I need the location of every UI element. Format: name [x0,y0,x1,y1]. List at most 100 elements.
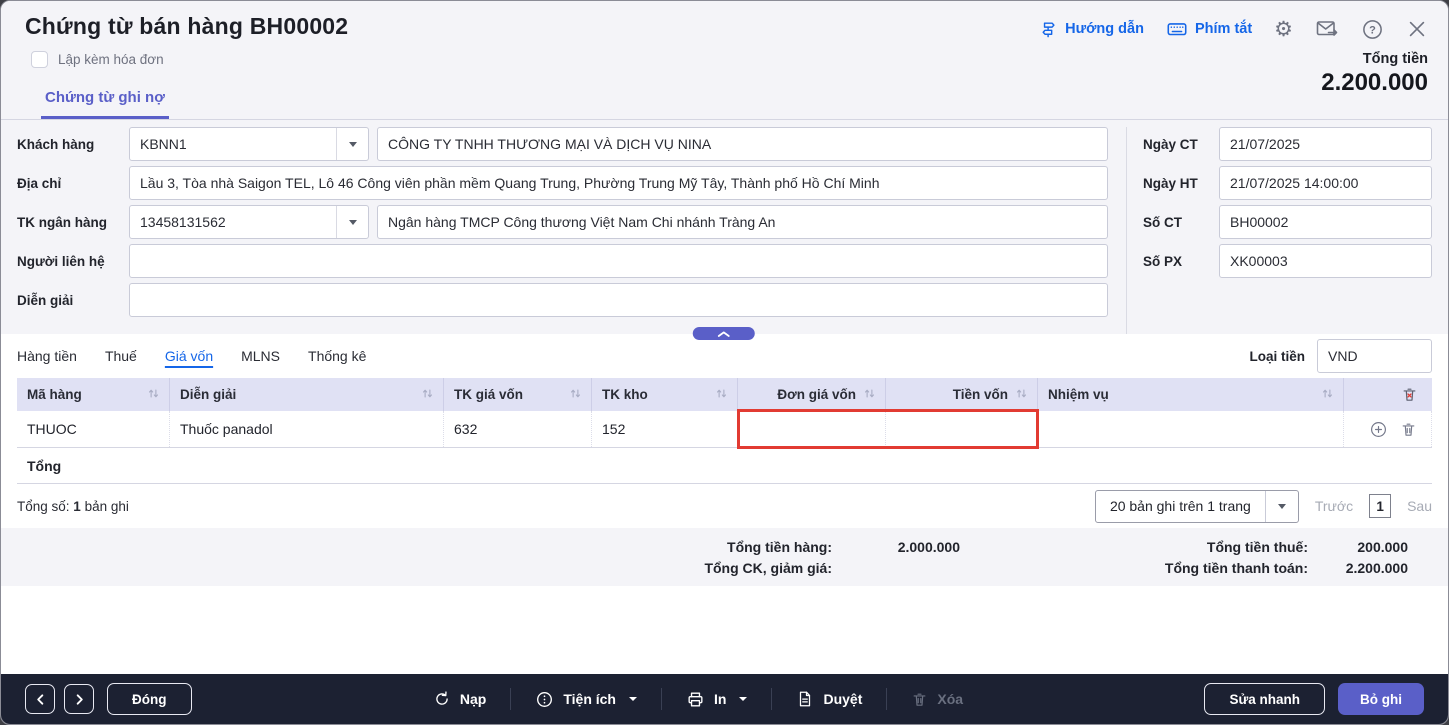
cell-nhiem-vu[interactable] [1038,411,1344,447]
cell-dien-giai[interactable]: Thuốc panadol [170,411,444,447]
refresh-icon [436,691,448,705]
bank-name-field[interactable]: Ngân hàng TMCP Công thương Việt Nam Chi … [377,205,1108,239]
table-total-row: Tổng [17,448,1432,484]
shortcut-link[interactable]: Phím tắt [1166,18,1252,40]
close-button[interactable]: Đóng [107,683,192,715]
table-row[interactable]: THUOC Thuốc panadol 632 152 [17,409,1432,449]
chevron-down-icon [739,697,748,701]
address-label: Địa chỉ [17,175,62,191]
row-actions [1344,411,1432,447]
chevron-right-icon [76,693,83,705]
quick-edit-button[interactable]: Sửa nhanh [1204,683,1325,715]
keyboard-icon [1166,18,1188,40]
doc-no-label: Số CT [1143,214,1182,230]
invoice-checkbox-label: Lập kèm hóa đơn [58,52,164,67]
sort-icon[interactable] [1322,387,1333,402]
close-icon[interactable] [1406,18,1428,40]
sort-icon[interactable] [422,387,433,402]
guide-link[interactable]: Hướng dẫn [1039,20,1144,39]
sort-icon[interactable] [864,387,875,402]
utilities-icon [537,691,553,707]
current-page-box[interactable]: 1 [1369,494,1392,518]
next-page-button[interactable]: Sau [1407,498,1432,514]
invoice-checkbox-row: Lập kèm hóa đơn [31,51,164,68]
currency-field[interactable]: VND [1317,339,1432,373]
divider [510,688,512,710]
chevron-up-icon [717,331,730,337]
sort-icon[interactable] [148,387,159,402]
document-icon [800,691,811,707]
col-tk-gia-von[interactable]: TK giá vốn [444,378,592,411]
tab-hang-tien[interactable]: Hàng tiền [17,346,77,366]
col-ma-hang[interactable]: Mã hàng [17,378,170,411]
guide-link-label: Hướng dẫn [1065,21,1144,37]
divider [661,688,662,710]
cell-tk-gia-von[interactable]: 632 [444,411,592,447]
doc-date-label: Ngày CT [1143,136,1198,152]
mail-send-icon[interactable] [1315,17,1339,41]
cell-ma-hang[interactable]: THUOC [17,411,170,447]
invoice-checkbox[interactable] [31,51,48,68]
tab-thue[interactable]: Thuế [105,346,137,366]
doc-no-field[interactable]: BH00002 [1219,205,1432,239]
customer-name-field[interactable]: CÔNG TY TNHH THƯƠNG MẠI VÀ DỊCH VỤ NINA [377,127,1108,161]
contact-field[interactable] [129,244,1108,278]
cell-tk-kho[interactable]: 152 [592,411,738,447]
grand-total-value: 2.200.000 [1321,69,1428,96]
delete-row-icon[interactable] [1400,421,1417,438]
description-field[interactable] [129,283,1108,317]
posting-date-field[interactable]: 21/07/2025 14:00:00 [1219,166,1432,200]
customer-label: Khách hàng [17,136,95,152]
col-don-gia-von[interactable]: Đơn giá vốn [738,378,886,411]
printer-icon [688,691,703,707]
add-row-icon[interactable] [1369,420,1388,439]
voucher-form: Khách hàng KBNN1 CÔNG TY TNHH THƯƠNG MẠI… [1,120,1448,340]
delete-all-icon[interactable] [1401,386,1418,403]
col-actions [1344,378,1432,411]
tab-thong-ke[interactable]: Thống kê [308,346,366,366]
sort-icon[interactable] [716,387,727,402]
guide-icon [1039,20,1058,39]
sales-voucher-window: Chứng từ bán hàng BH00002 Hướng dẫn Phím… [0,0,1449,725]
posting-date-label: Ngày HT [1143,175,1198,191]
chevron-down-icon[interactable] [336,206,368,238]
cell-don-gia-von[interactable] [738,411,886,447]
header: Chứng từ bán hàng BH00002 Hướng dẫn Phím… [1,1,1448,120]
export-no-label: Số PX [1143,253,1183,269]
unpost-button[interactable]: Bỏ ghi [1337,683,1424,715]
bank-account-label: TK ngân hàng [17,214,107,230]
bank-account-combobox[interactable]: 13458131562 [129,205,369,239]
cell-tien-von[interactable] [886,411,1038,447]
gear-icon[interactable]: ⚙︎ [1274,19,1293,40]
col-nhiem-vu[interactable]: Nhiệm vụ [1038,378,1344,411]
sort-icon[interactable] [1016,387,1027,402]
col-tk-kho[interactable]: TK kho [592,378,738,411]
next-record-button[interactable] [64,684,94,714]
address-field[interactable]: Lầu 3, Tòa nhà Saigon TEL, Lô 46 Công vi… [129,166,1108,200]
reload-button[interactable]: Nạp [429,690,490,708]
doc-date-field[interactable]: 21/07/2025 [1219,127,1432,161]
prev-record-button[interactable] [25,684,55,714]
page-title: Chứng từ bán hàng BH00002 [25,13,349,39]
chevron-down-icon[interactable] [336,128,368,160]
export-no-field[interactable]: XK00003 [1219,244,1432,278]
col-dien-giai[interactable]: Diễn giải [170,378,444,411]
sum-discount-label: Tổng CK, giảm giá: [704,559,832,576]
print-button[interactable]: In [682,690,751,709]
sum-tax-label: Tổng tiền thuế: [1206,538,1308,555]
chevron-down-icon[interactable] [1264,490,1298,522]
svg-text:?: ? [1369,24,1376,36]
col-tien-von[interactable]: Tiền vốn [886,378,1038,411]
utilities-button[interactable]: Tiện ích [531,690,641,709]
page-size-select[interactable]: 20 bản ghi trên 1 trang [1094,489,1299,523]
tab-gia-von[interactable]: Giá vốn [165,346,213,366]
collapse-form-button[interactable] [692,327,755,340]
tab-mlns[interactable]: MLNS [241,346,280,366]
customer-code-combobox[interactable]: KBNN1 [129,127,369,161]
approve-button[interactable]: Duyệt [792,690,866,708]
tab-chung-tu-ghi-no[interactable]: Chứng từ ghi nợ [41,83,169,119]
bank-account-value: 13458131562 [140,214,226,230]
help-icon[interactable]: ? [1361,18,1384,41]
sort-icon[interactable] [570,387,581,402]
prev-page-button[interactable]: Trước [1315,498,1353,514]
